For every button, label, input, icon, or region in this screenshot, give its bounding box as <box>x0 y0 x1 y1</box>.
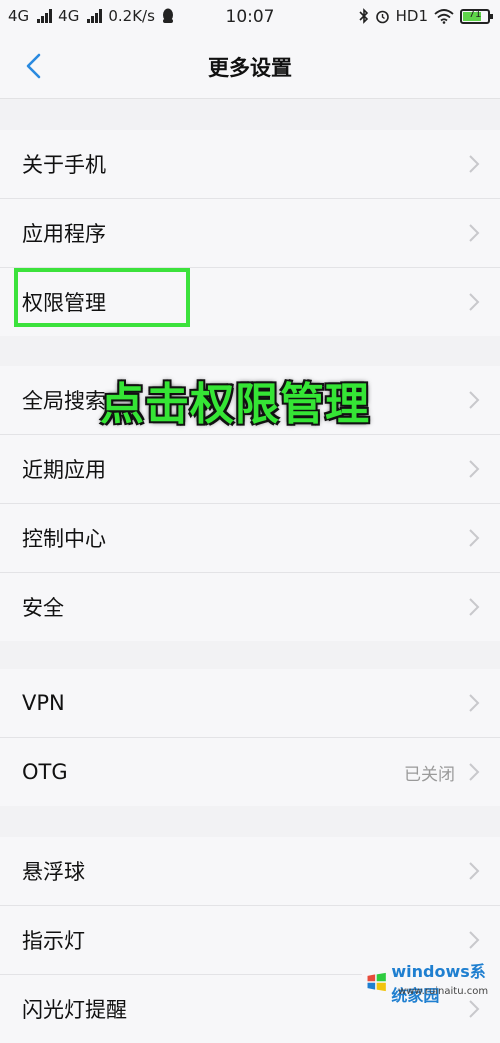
chevron-right-icon <box>469 391 480 409</box>
page-title: 更多设置 <box>208 56 292 80</box>
item-label: 控制中心 <box>22 527 106 551</box>
chevron-right-icon <box>469 224 480 242</box>
settings-item-vpn[interactable]: VPN <box>0 669 500 738</box>
chevron-right-icon <box>469 763 480 781</box>
header-bar: 更多设置 <box>0 34 500 99</box>
chevron-right-icon <box>469 155 480 173</box>
chevron-right-icon <box>469 694 480 712</box>
chevron-right-icon <box>469 598 480 616</box>
annotation-text: 点击权限管理 <box>100 379 370 430</box>
settings-item-apps[interactable]: 应用程序 <box>0 199 500 268</box>
item-label: 悬浮球 <box>22 860 85 884</box>
battery-level: 71 <box>468 8 482 20</box>
otg-status-value: 已关闭 <box>404 764 455 785</box>
item-label: 全局搜索 <box>22 389 106 413</box>
highlight-box <box>14 268 190 327</box>
windows-logo-icon <box>367 972 386 991</box>
bluetooth-icon <box>359 8 368 24</box>
watermark-brand: windows系统家园 <box>391 961 486 1005</box>
chevron-right-icon <box>469 931 480 949</box>
hd-indicator: HD1 <box>395 7 428 25</box>
item-label: 关于手机 <box>22 153 106 177</box>
status-right: HD1 71 <box>359 7 493 25</box>
item-label: 安全 <box>22 596 64 620</box>
chevron-right-icon <box>469 862 480 880</box>
settings-group-4: 悬浮球 指示灯 闪光灯提醒 <box>0 837 500 1043</box>
chevron-right-icon <box>469 293 480 311</box>
item-label: 指示灯 <box>22 929 85 953</box>
alarm-icon <box>375 10 389 23</box>
settings-item-recent-apps[interactable]: 近期应用 <box>0 435 500 504</box>
status-bar: 4G 4G 0.2K/s 10:07 HD1 71 <box>0 0 500 34</box>
wifi-icon <box>434 8 454 24</box>
watermark-url: www.ruinaitu.com <box>398 986 489 997</box>
settings-item-otg[interactable]: OTG 已关闭 <box>0 738 500 806</box>
battery-icon: 71 <box>460 8 493 24</box>
chevron-right-icon <box>469 529 480 547</box>
settings-item-about-phone[interactable]: 关于手机 <box>0 130 500 199</box>
settings-group-3: VPN OTG 已关闭 <box>0 669 500 806</box>
settings-item-control-center[interactable]: 控制中心 <box>0 504 500 573</box>
settings-item-floating-ball[interactable]: 悬浮球 <box>0 837 500 906</box>
watermark: windows系统家园 www.ruinaitu.com <box>362 962 500 1005</box>
settings-item-security[interactable]: 安全 <box>0 573 500 641</box>
chevron-right-icon <box>469 460 480 478</box>
item-label: 闪光灯提醒 <box>22 998 127 1022</box>
item-label: 近期应用 <box>22 458 106 482</box>
item-label: 应用程序 <box>22 222 106 246</box>
item-label: OTG <box>22 760 68 784</box>
item-label: VPN <box>22 691 65 715</box>
